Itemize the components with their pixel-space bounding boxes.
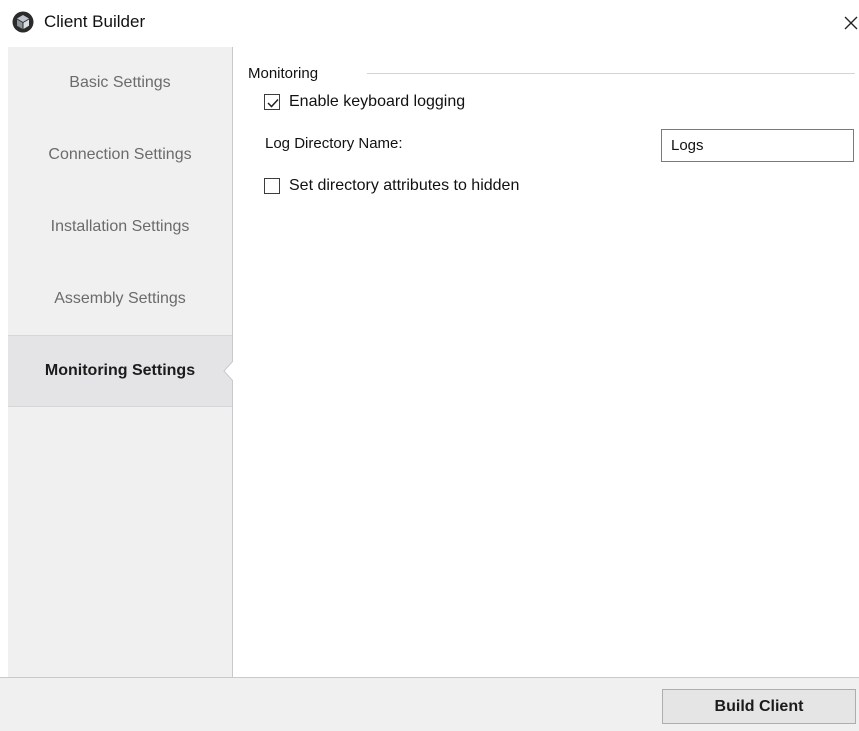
sidebar-item-label: Basic Settings	[69, 74, 171, 91]
sidebar-item-label: Assembly Settings	[54, 290, 186, 307]
enable-keyboard-logging-checkbox[interactable]	[264, 94, 280, 110]
enable-keyboard-logging-label: Enable keyboard logging	[289, 93, 466, 110]
build-client-button[interactable]: Build Client	[662, 689, 856, 724]
group-title: Monitoring	[248, 65, 319, 82]
hidden-attributes-checkbox[interactable]	[264, 178, 280, 194]
monitoring-settings-panel: Monitoring Enable keyboard logging Log D…	[233, 47, 859, 677]
title-bar: Client Builder	[0, 0, 859, 47]
group-divider	[367, 73, 855, 74]
log-directory-label: Log Directory Name:	[265, 135, 403, 152]
hidden-attributes-label: Set directory attributes to hidden	[289, 177, 520, 194]
sidebar-item-basic-settings[interactable]: Basic Settings	[8, 47, 232, 119]
footer-bar: Build Client	[0, 677, 859, 731]
sidebar-item-connection-settings[interactable]: Connection Settings	[8, 119, 232, 191]
cube-logo-icon	[12, 11, 34, 33]
log-directory-input[interactable]	[661, 129, 854, 162]
close-icon	[844, 16, 858, 30]
checkmark-icon	[267, 98, 279, 108]
sidebar-item-label: Connection Settings	[48, 146, 192, 163]
close-button[interactable]	[835, 6, 859, 38]
sidebar-item-monitoring-settings[interactable]: Monitoring Settings	[8, 335, 233, 407]
hidden-attributes-row[interactable]: Set directory attributes to hidden	[264, 175, 519, 197]
settings-sidebar: Basic Settings Connection Settings Insta…	[8, 47, 233, 677]
client-builder-window: Client Builder Basic Settings Connection…	[0, 0, 859, 731]
sidebar-item-installation-settings[interactable]: Installation Settings	[8, 191, 232, 263]
active-indicator-notch	[223, 361, 233, 381]
window-title: Client Builder	[44, 12, 146, 31]
enable-keyboard-logging-row[interactable]: Enable keyboard logging	[264, 91, 465, 113]
sidebar-item-label: Installation Settings	[50, 218, 190, 235]
sidebar-item-label: Monitoring Settings	[44, 362, 196, 379]
sidebar-item-assembly-settings[interactable]: Assembly Settings	[8, 263, 232, 335]
